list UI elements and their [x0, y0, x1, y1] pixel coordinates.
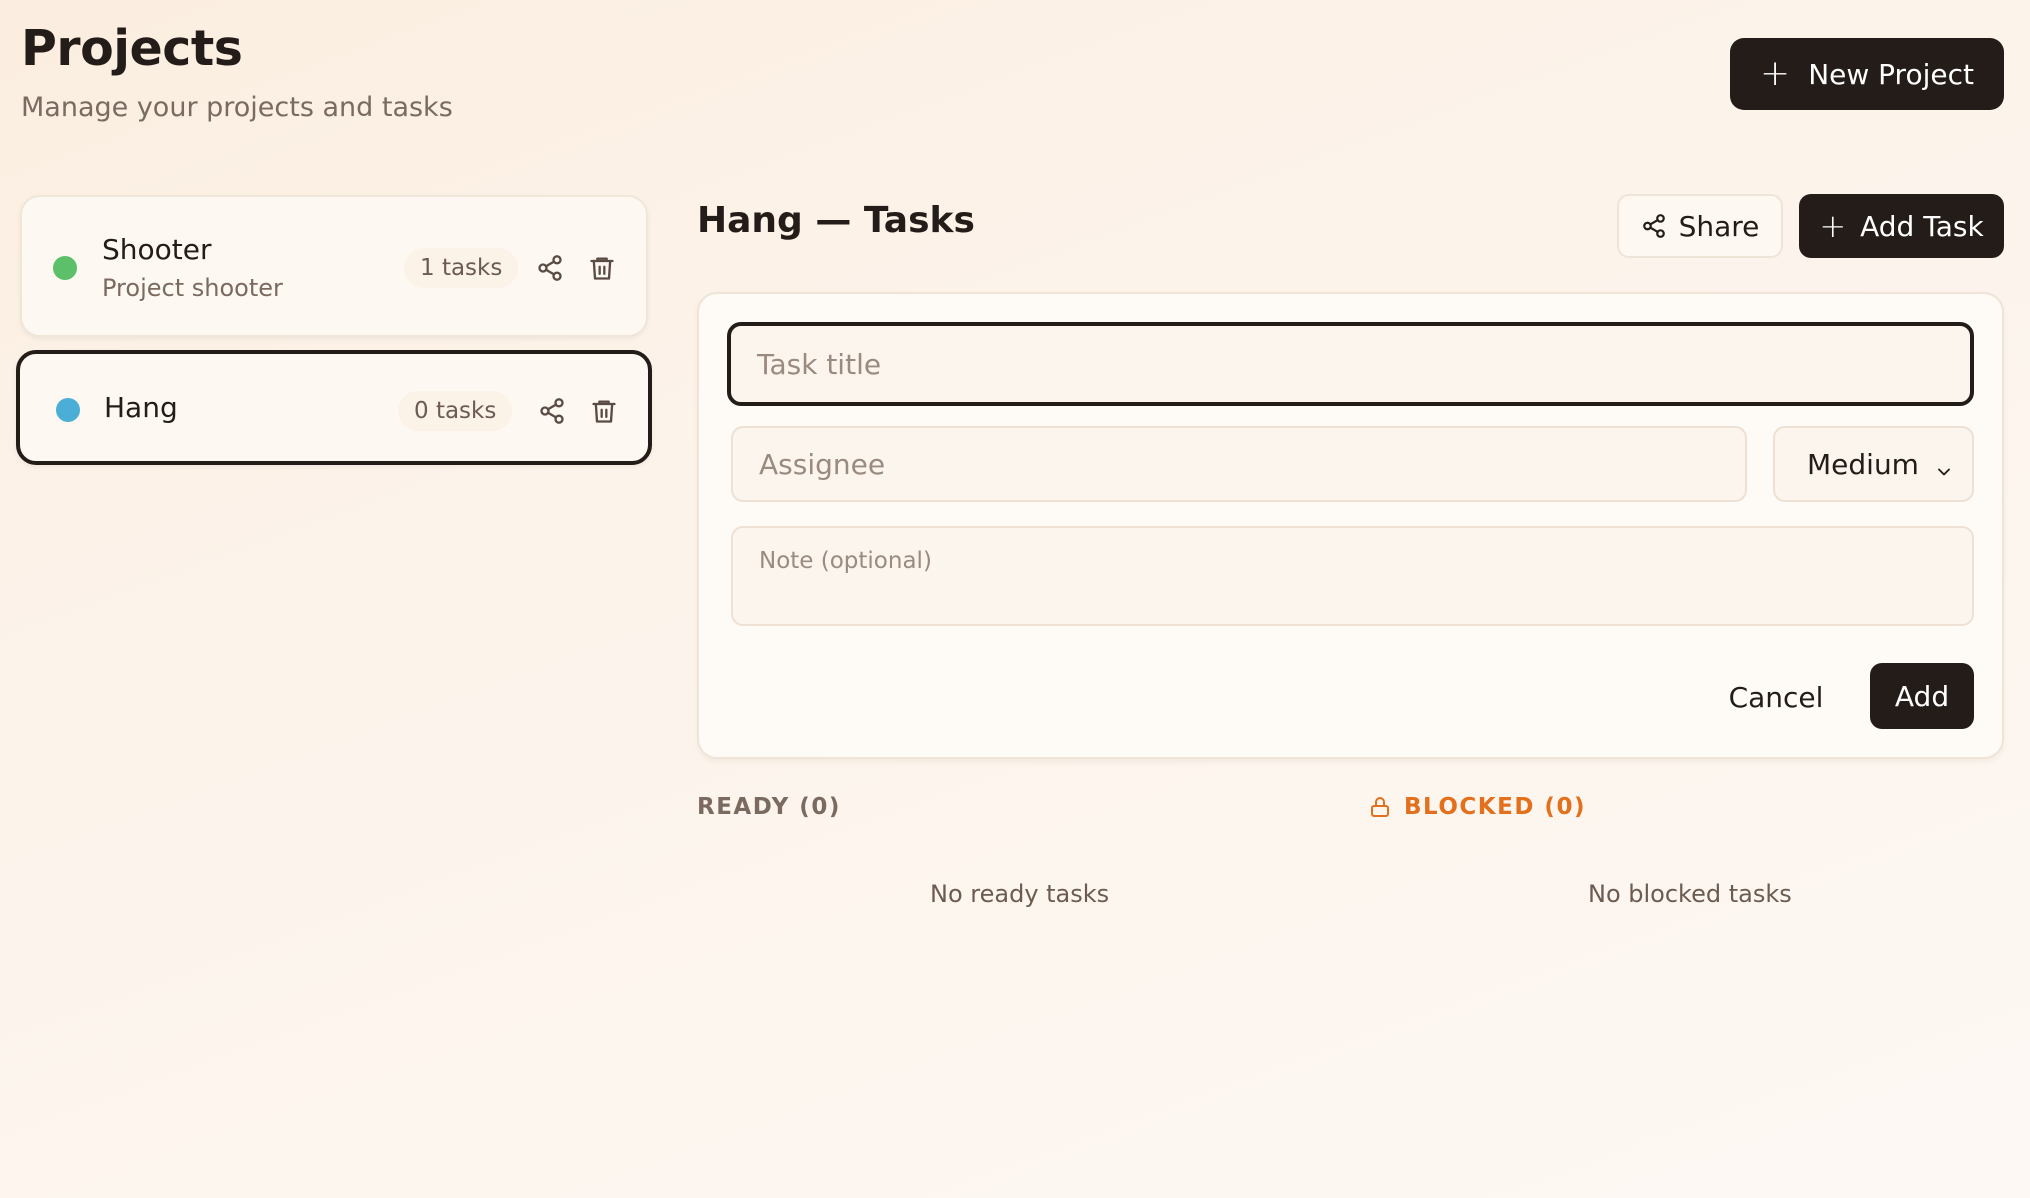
chevron-down-icon: [1934, 456, 1954, 489]
page-subtitle: Manage your projects and tasks: [21, 92, 453, 123]
project-description: Project shooter: [102, 274, 283, 302]
assignee-input[interactable]: Assignee: [731, 426, 1747, 502]
priority-select[interactable]: Medium: [1773, 426, 1974, 502]
task-count-badge: 1 tasks: [404, 248, 519, 288]
project-name: Shooter: [102, 233, 212, 266]
blocked-column-header: BLOCKED (0): [1368, 794, 1586, 820]
ready-column-header: READY (0): [697, 794, 841, 820]
project-name: Hang: [104, 391, 178, 424]
share-label: Share: [1678, 209, 1760, 243]
task-count-badge: 0 tasks: [398, 391, 513, 431]
priority-value: Medium: [1807, 447, 1919, 481]
note-textarea[interactable]: Note (optional): [731, 526, 1974, 626]
project-color-dot: [56, 398, 80, 422]
add-task-button[interactable]: + Add Task: [1799, 194, 2004, 258]
blocked-empty-text: No blocked tasks: [1588, 880, 1792, 908]
add-button[interactable]: Add: [1870, 663, 1974, 729]
trash-icon[interactable]: [584, 391, 624, 431]
page-title: Projects: [21, 20, 243, 77]
share-icon: [1641, 213, 1667, 239]
share-button[interactable]: Share: [1617, 194, 1783, 258]
blocked-label: BLOCKED (0): [1404, 794, 1586, 820]
ready-empty-text: No ready tasks: [930, 880, 1110, 908]
task-title-input[interactable]: Task title: [727, 322, 1974, 406]
new-task-form: Task title Assignee Medium Note (optiona…: [697, 292, 2004, 759]
trash-icon[interactable]: [582, 248, 622, 288]
cancel-button[interactable]: Cancel: [1711, 665, 1841, 729]
add-task-label: Add Task: [1860, 209, 1984, 243]
project-color-dot: [53, 256, 77, 280]
project-card-hang[interactable]: Hang 0 tasks: [16, 350, 652, 465]
plus-icon: +: [1819, 207, 1847, 245]
plus-icon: +: [1760, 53, 1791, 94]
new-project-label: New Project: [1808, 57, 1974, 91]
lock-icon: [1368, 795, 1392, 819]
project-card-shooter[interactable]: Shooter Project shooter 1 tasks: [20, 195, 648, 337]
new-project-button[interactable]: + New Project: [1730, 38, 2004, 110]
share-icon[interactable]: [532, 391, 572, 431]
panel-title: Hang — Tasks: [697, 200, 975, 241]
ready-label: READY (0): [697, 794, 841, 820]
share-icon[interactable]: [530, 248, 570, 288]
